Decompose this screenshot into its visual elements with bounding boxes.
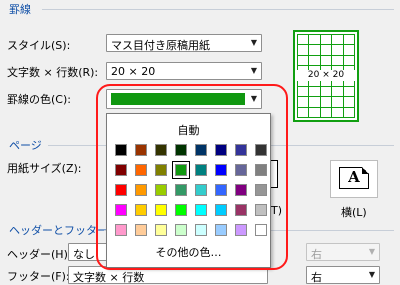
color-swatch[interactable] — [235, 164, 247, 176]
color-swatch[interactable] — [235, 204, 247, 216]
portrait-glyph-partial — [271, 160, 278, 191]
color-swatch[interactable] — [115, 184, 127, 196]
chars-lines-select[interactable]: 20 × 20 ▼ — [106, 62, 262, 80]
header-label: ヘッダー(H): — [7, 248, 72, 261]
chars-lines-label: 文字数 × 行数(R): — [7, 66, 99, 79]
color-swatch[interactable] — [195, 184, 207, 196]
color-swatch[interactable] — [235, 224, 247, 236]
color-swatch[interactable] — [175, 204, 187, 216]
color-swatch[interactable] — [115, 224, 127, 236]
color-swatch[interactable] — [135, 184, 147, 196]
footer-select-value: 文字数 × 行数 — [73, 271, 145, 284]
chevron-down-icon: ▼ — [368, 247, 375, 256]
color-swatch[interactable] — [255, 144, 267, 156]
footer-select[interactable]: 文字数 × 行数 — [68, 266, 268, 284]
style-label: スタイル(S): — [7, 39, 71, 52]
color-swatch[interactable] — [175, 184, 187, 196]
color-picker-popup: 自動 その他の色… — [106, 113, 271, 268]
chars-lines-select-value: 20 × 20 — [111, 65, 156, 78]
chevron-down-icon: ▼ — [250, 94, 257, 103]
color-swatch[interactable] — [115, 144, 127, 156]
more-colors-option[interactable]: その他の色… — [107, 244, 270, 260]
footer-position-value: 右 — [311, 271, 322, 284]
portrait-label-partial: T) — [271, 204, 283, 217]
line-color-swatch — [111, 93, 245, 105]
footer-label: フッター(F): — [7, 270, 70, 283]
landscape-label: 横(L) — [341, 206, 367, 219]
section-header-footer-title: ヘッダーとフッター — [9, 224, 108, 237]
color-swatch[interactable] — [215, 224, 227, 236]
footer-position-select[interactable]: 右 ▼ — [306, 266, 380, 284]
color-swatch[interactable] — [255, 184, 267, 196]
landscape-option[interactable]: A — [330, 160, 378, 198]
line-color-label: 罫線の色(C): — [7, 93, 71, 106]
color-swatch[interactable] — [255, 224, 267, 236]
color-swatch[interactable] — [195, 164, 207, 176]
header-position-select[interactable]: 右 ▼ — [306, 243, 380, 261]
color-swatch[interactable] — [155, 164, 167, 176]
color-swatch[interactable] — [155, 144, 167, 156]
color-swatch[interactable] — [155, 184, 167, 196]
landscape-page-icon: A — [339, 167, 369, 189]
color-swatch[interactable] — [215, 184, 227, 196]
color-swatch[interactable] — [195, 204, 207, 216]
chevron-down-icon: ▼ — [250, 38, 257, 47]
color-swatch[interactable] — [175, 224, 187, 236]
color-swatch[interactable] — [235, 144, 247, 156]
color-swatch[interactable] — [115, 164, 127, 176]
color-swatch[interactable] — [215, 204, 227, 216]
color-swatch[interactable] — [175, 144, 187, 156]
auto-color-option[interactable]: 自動 — [107, 122, 270, 138]
line-color-select[interactable]: ▼ — [106, 89, 262, 109]
color-swatch[interactable] — [255, 204, 267, 216]
chevron-down-icon: ▼ — [250, 66, 257, 75]
manuscript-preview: 20 × 20 — [293, 30, 359, 122]
section-page-title: ページ — [9, 139, 42, 152]
color-swatch[interactable] — [155, 204, 167, 216]
color-swatch[interactable] — [135, 144, 147, 156]
style-select[interactable]: マス目付き原稿用紙 ▼ — [106, 34, 262, 52]
section-divider — [42, 9, 394, 10]
color-swatch[interactable] — [172, 161, 190, 179]
color-swatch[interactable] — [155, 224, 167, 236]
color-swatch[interactable] — [255, 164, 267, 176]
preview-caption: 20 × 20 — [295, 70, 357, 81]
color-swatch[interactable] — [195, 144, 207, 156]
color-swatch[interactable] — [135, 164, 147, 176]
chevron-down-icon: ▼ — [368, 270, 375, 279]
color-swatch[interactable] — [235, 184, 247, 196]
color-swatch[interactable] — [115, 204, 127, 216]
color-swatch[interactable] — [135, 224, 147, 236]
color-swatch[interactable] — [215, 144, 227, 156]
header-select-value: なし — [73, 248, 95, 261]
header-position-value: 右 — [311, 248, 322, 261]
color-swatch[interactable] — [135, 204, 147, 216]
color-swatch[interactable] — [195, 224, 207, 236]
section-lines-title: 罫線 — [9, 3, 31, 16]
style-select-value: マス目付き原稿用紙 — [111, 39, 210, 52]
color-swatch[interactable] — [215, 164, 227, 176]
paper-size-label: 用紙サイズ(Z): — [7, 162, 82, 175]
